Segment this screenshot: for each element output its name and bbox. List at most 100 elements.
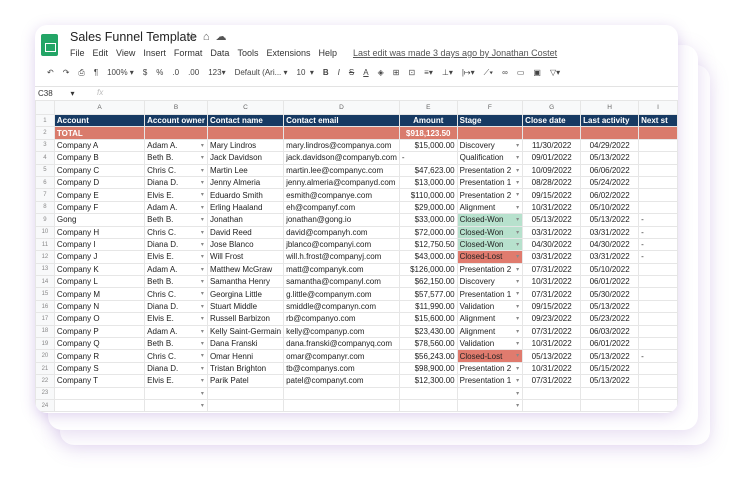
owner-cell[interactable]: Beth B. — [144, 213, 208, 227]
comment-icon[interactable]: ▭ — [517, 68, 525, 78]
menu-insert[interactable]: Insert — [143, 48, 166, 58]
owner-cell[interactable]: Chris C. — [144, 163, 208, 177]
owner-cell[interactable]: Adam A. — [144, 200, 208, 215]
last-activity-cell[interactable]: 05/13/2022 — [580, 213, 640, 227]
next-step-cell[interactable]: - — [638, 237, 678, 252]
account-cell[interactable]: Company P — [53, 324, 146, 339]
close-date-cell[interactable]: 09/23/2022 — [522, 312, 582, 326]
close-date-cell[interactable]: 07/31/2022 — [522, 374, 582, 388]
menu-tools[interactable]: Tools — [237, 48, 258, 58]
amount-cell[interactable]: $47,623.00 — [398, 163, 458, 177]
account-cell[interactable]: Company Q — [53, 337, 146, 351]
contact-name-cell[interactable]: Tristan Brighton — [206, 361, 285, 376]
column-header-A[interactable]: A — [53, 100, 146, 115]
contact-name-cell[interactable]: Martin Lee — [206, 163, 285, 177]
last-activity-cell[interactable]: 05/13/2022 — [580, 374, 640, 388]
amount-cell[interactable]: $56,243.00 — [398, 349, 458, 363]
amount-cell[interactable]: $57,577.00 — [398, 287, 458, 301]
next-step-cell[interactable]: - — [638, 213, 678, 227]
owner-cell[interactable]: Adam A. — [144, 262, 208, 277]
amount-cell[interactable]: $12,750.50 — [398, 237, 458, 252]
column-header-B[interactable]: B — [144, 100, 208, 115]
email-cell[interactable]: jonathan@gong.io — [283, 213, 400, 227]
amount-cell[interactable]: $12,300.00 — [398, 374, 458, 388]
owner-cell[interactable]: Beth B. — [144, 151, 208, 165]
select-all-corner[interactable] — [35, 100, 55, 115]
close-date-cell[interactable]: 10/31/2022 — [522, 337, 582, 351]
contact-name-cell[interactable]: Will Frost — [206, 250, 285, 264]
row-number[interactable]: 8 — [35, 200, 55, 215]
next-step-cell[interactable] — [638, 287, 678, 301]
owner-cell[interactable] — [144, 398, 208, 413]
stage-cell[interactable]: Alignment — [456, 200, 524, 215]
next-step-cell[interactable] — [638, 299, 678, 314]
stage-cell[interactable]: Alignment — [456, 312, 524, 326]
email-cell[interactable] — [283, 386, 400, 401]
column-header-D[interactable]: D — [283, 100, 400, 115]
account-cell[interactable] — [53, 398, 146, 413]
next-step-cell[interactable]: - — [638, 349, 678, 363]
row-number[interactable]: 11 — [35, 237, 55, 252]
cell[interactable] — [638, 126, 678, 140]
row-number[interactable]: 20 — [35, 349, 55, 363]
header-cell[interactable]: Account owner — [144, 113, 208, 128]
last-edit-link[interactable]: Last edit was made 3 days ago by Jonatha… — [353, 48, 557, 58]
link-icon[interactable]: ∞ — [502, 68, 508, 78]
contact-name-cell[interactable] — [206, 386, 285, 401]
column-header-F[interactable]: F — [456, 100, 524, 115]
email-cell[interactable]: dana.franski@companyq.com — [283, 337, 400, 351]
stage-cell[interactable]: Presentation 2 — [456, 262, 524, 277]
menu-edit[interactable]: Edit — [93, 48, 109, 58]
account-cell[interactable]: Company K — [53, 262, 146, 277]
header-cell[interactable]: Last activity — [580, 113, 640, 128]
name-box[interactable]: C38 ▾ — [38, 89, 74, 98]
contact-name-cell[interactable]: Jonathan — [206, 213, 285, 227]
account-cell[interactable]: Company S — [53, 361, 146, 376]
stage-cell[interactable]: Presentation 1 — [456, 287, 524, 301]
strikethrough-button[interactable]: S — [349, 68, 354, 78]
close-date-cell[interactable]: 09/15/2022 — [522, 188, 582, 202]
stage-cell[interactable]: Validation — [456, 299, 524, 314]
row-number[interactable]: 14 — [35, 275, 55, 289]
amount-cell[interactable]: $29,000.00 — [398, 200, 458, 215]
increase-decimal-button[interactable]: .00 — [188, 68, 199, 78]
column-header-H[interactable]: H — [580, 100, 640, 115]
stage-cell[interactable]: Closed-Won — [456, 225, 524, 239]
print-icon[interactable]: ⎙ — [78, 68, 84, 78]
align-icon[interactable]: ≡▾ — [424, 68, 433, 78]
amount-cell[interactable]: $15,000.00 — [398, 138, 458, 153]
row-number[interactable]: 23 — [35, 386, 55, 401]
last-activity-cell[interactable]: 05/10/2022 — [580, 200, 640, 215]
row-number[interactable]: 10 — [35, 225, 55, 239]
next-step-cell[interactable] — [638, 361, 678, 376]
close-date-cell[interactable]: 03/31/2022 — [522, 225, 582, 239]
email-cell[interactable]: esmith@companye.com — [283, 188, 400, 202]
last-activity-cell[interactable]: 06/01/2022 — [580, 337, 640, 351]
contact-name-cell[interactable]: Russell Barbizon — [206, 312, 285, 326]
row-number[interactable]: 24 — [35, 398, 55, 413]
contact-name-cell[interactable]: Parik Patel — [206, 374, 285, 388]
email-cell[interactable]: smiddle@companyn.com — [283, 299, 400, 314]
cloud-icon[interactable]: ☁ — [216, 31, 233, 43]
menu-help[interactable]: Help — [318, 48, 337, 58]
cell[interactable] — [456, 126, 524, 140]
undo-icon[interactable]: ↶ — [47, 68, 54, 78]
account-cell[interactable]: Company T — [53, 374, 146, 388]
stage-cell[interactable]: Qualification — [456, 151, 524, 165]
menu-format[interactable]: Format — [174, 48, 203, 58]
account-cell[interactable]: Company D — [53, 175, 146, 190]
account-cell[interactable]: Company M — [53, 287, 146, 301]
font-select[interactable]: Default (Ari... ▾ — [235, 68, 288, 78]
account-cell[interactable]: Company L — [53, 275, 146, 289]
contact-name-cell[interactable]: Jack Davidson — [206, 151, 285, 165]
close-date-cell[interactable]: 03/31/2022 — [522, 250, 582, 264]
star-icon[interactable]: ☆ — [187, 31, 203, 43]
borders-icon[interactable]: ⊞ — [393, 68, 400, 78]
account-cell[interactable]: Company B — [53, 151, 146, 165]
email-cell[interactable]: patel@companyt.com — [283, 374, 400, 388]
amount-cell[interactable]: $13,000.00 — [398, 175, 458, 190]
document-title[interactable]: Sales Funnel Template — [70, 30, 197, 44]
email-cell[interactable]: jack.davidson@companyb.com — [283, 151, 400, 165]
zoom-select[interactable]: 100% ▾ — [107, 68, 134, 78]
stage-cell[interactable]: Closed-Won — [456, 213, 524, 227]
